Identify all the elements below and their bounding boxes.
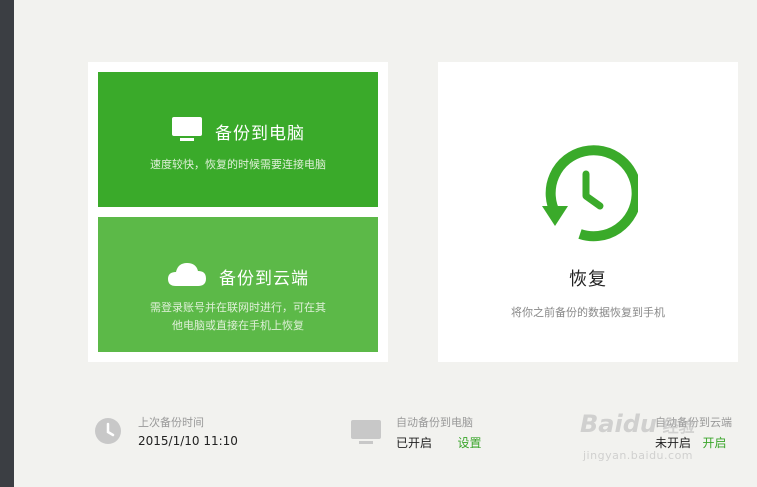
last-backup-value: 2015/1/10 11:10 bbox=[138, 434, 238, 448]
clock-restore-icon bbox=[538, 142, 642, 242]
backup-to-cloud-desc-line1: 需登录账号并在联网时进行，可在其 bbox=[150, 301, 326, 314]
auto-backup-pc-value: 已开启 bbox=[396, 436, 433, 450]
restore-button[interactable]: 恢复 将你之前备份的数据恢复到手机 bbox=[438, 62, 738, 362]
auto-backup-cloud-value: 未开启 bbox=[655, 436, 692, 450]
auto-backup-pc-settings-link[interactable]: 设置 bbox=[458, 436, 482, 450]
backup-to-pc-button[interactable]: 备份到电脑 速度较快，恢复的时候需要连接电脑 bbox=[98, 72, 378, 207]
backup-to-pc-desc: 速度较快，恢复的时候需要连接电脑 bbox=[150, 158, 326, 171]
auto-backup-cloud-enable-link[interactable]: 开启 bbox=[703, 436, 727, 450]
auto-backup-pc-status: 自动备份到电脑 已开启 设置 bbox=[396, 414, 482, 451]
baidu-watermark: Baidu 经验 bbox=[580, 410, 695, 438]
backup-card: 备份到电脑 速度较快，恢复的时候需要连接电脑 备份到云端 需登录账号并在联网时进… bbox=[88, 62, 388, 362]
baidu-watermark-sub: 经验 bbox=[662, 417, 695, 436]
monitor-icon bbox=[171, 116, 203, 146]
backup-to-cloud-button[interactable]: 备份到云端 需登录账号并在联网时进行，可在其 他电脑或直接在手机上恢复 bbox=[98, 217, 378, 352]
left-sidebar-edge bbox=[0, 0, 14, 487]
baidu-watermark-url: jingyan.baidu.com bbox=[583, 449, 694, 462]
restore-title: 恢复 bbox=[569, 269, 607, 290]
backup-to-pc-title: 备份到电脑 bbox=[215, 123, 305, 144]
last-backup-status: 上次备份时间 2015/1/10 11:10 bbox=[138, 414, 238, 448]
last-backup-label: 上次备份时间 bbox=[138, 416, 204, 429]
clock-icon bbox=[94, 417, 122, 445]
backup-to-cloud-title: 备份到云端 bbox=[219, 268, 309, 289]
restore-desc: 将你之前备份的数据恢复到手机 bbox=[511, 306, 665, 319]
backup-to-cloud-desc-line2: 他电脑或直接在手机上恢复 bbox=[172, 319, 304, 332]
auto-backup-pc-label: 自动备份到电脑 bbox=[396, 416, 473, 429]
baidu-watermark-brand: Baidu bbox=[580, 410, 657, 438]
monitor-status-icon bbox=[350, 419, 382, 445]
cloud-icon bbox=[167, 261, 207, 291]
